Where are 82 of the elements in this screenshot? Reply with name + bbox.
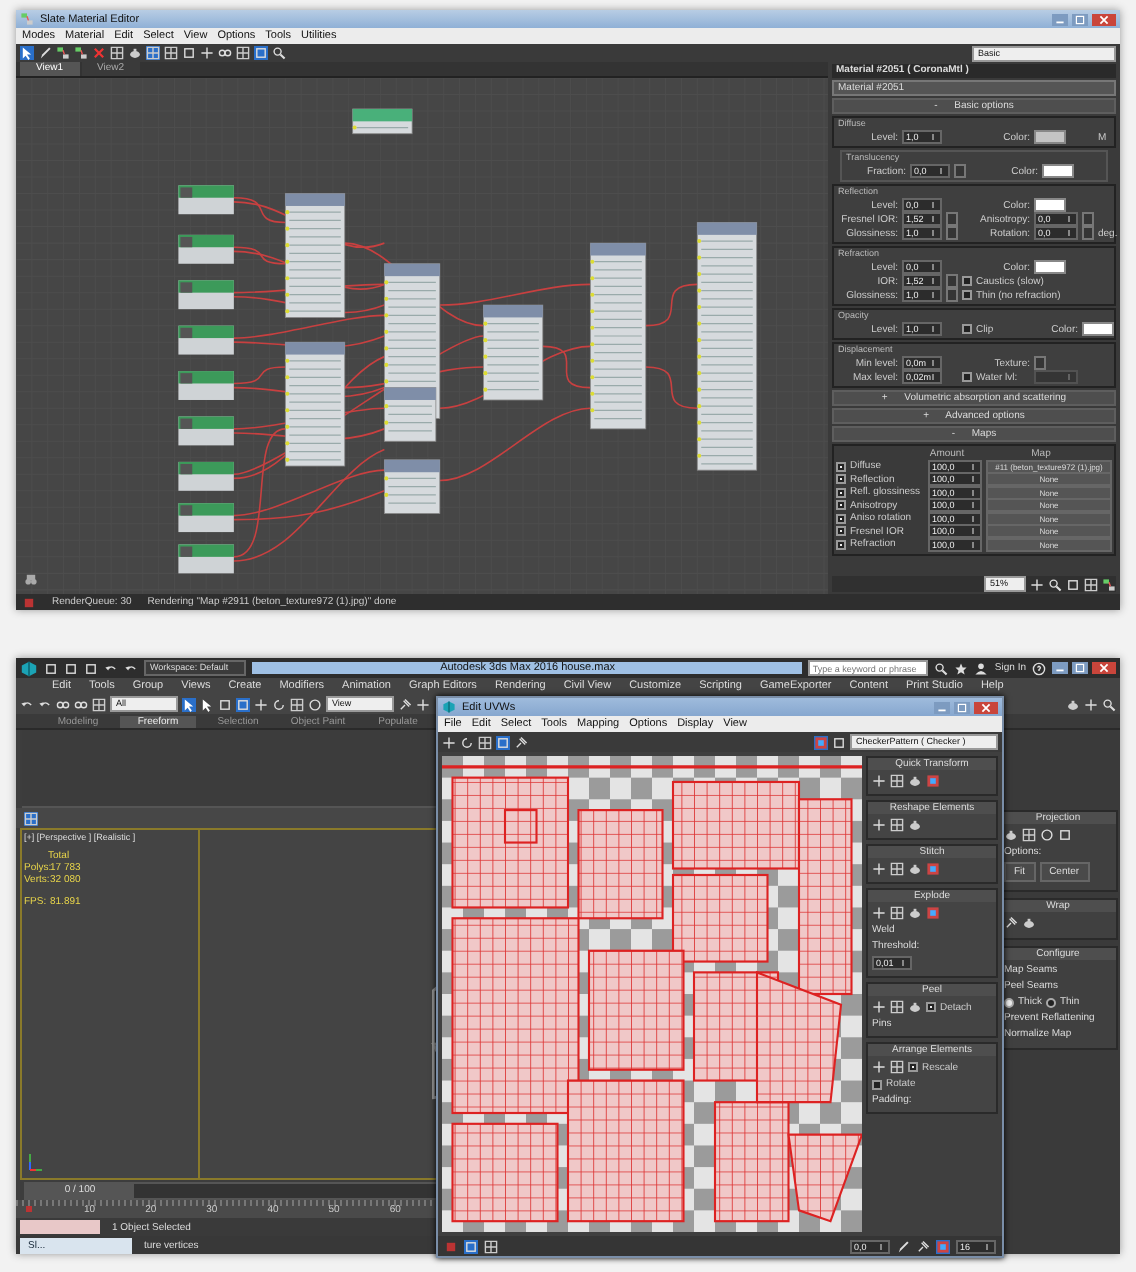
- nodes-icon[interactable]: [1102, 577, 1116, 591]
- frame-icon[interactable]: [1066, 577, 1080, 591]
- material-node[interactable]: [696, 222, 758, 471]
- app-icon: [20, 12, 34, 26]
- material-node[interactable]: [284, 193, 346, 318]
- grid-icon[interactable]: [484, 1239, 498, 1253]
- color-swatch[interactable]: [1082, 322, 1114, 336]
- maximize-icon[interactable]: [1072, 662, 1088, 674]
- material-node[interactable]: [589, 242, 647, 430]
- render-icon[interactable]: [1066, 697, 1080, 711]
- map-node[interactable]: [178, 185, 234, 215]
- status-icon: [22, 595, 36, 609]
- connection-wire: [645, 283, 699, 327]
- move-icon[interactable]: [200, 46, 214, 60]
- move-icon[interactable]: [254, 697, 268, 711]
- map-button[interactable]: [1034, 356, 1046, 370]
- search-icon[interactable]: [272, 46, 286, 60]
- map-node[interactable]: [178, 325, 234, 355]
- connection-wire: [645, 366, 699, 410]
- close-icon[interactable]: [1092, 662, 1116, 674]
- grid-icon[interactable]: [236, 46, 250, 60]
- map-node[interactable]: [352, 108, 413, 135]
- map-button[interactable]: [954, 164, 966, 178]
- help-icon[interactable]: [1032, 661, 1046, 675]
- map-node[interactable]: [178, 461, 234, 491]
- grid-icon[interactable]: [164, 46, 178, 60]
- material-node[interactable]: [383, 459, 441, 514]
- move-icon[interactable]: [442, 735, 456, 749]
- layout-icon[interactable]: [24, 811, 38, 825]
- map-node[interactable]: [178, 280, 234, 310]
- map-node[interactable]: [178, 416, 234, 446]
- maximize-icon[interactable]: [1072, 13, 1088, 25]
- link-icon[interactable]: [218, 46, 232, 60]
- star-icon[interactable]: [954, 661, 969, 675]
- color-swatch[interactable]: [1034, 260, 1066, 274]
- tool-icon[interactable]: [926, 862, 940, 876]
- rotate-icon[interactable]: [272, 697, 286, 711]
- minimize-icon[interactable]: [1052, 662, 1068, 674]
- close-icon[interactable]: [974, 701, 998, 713]
- plus-icon[interactable]: [1084, 697, 1098, 711]
- app-icon: [442, 700, 456, 714]
- undo-icon[interactable]: [20, 697, 34, 711]
- select-icon[interactable]: [20, 46, 34, 60]
- map-node[interactable]: [178, 544, 234, 574]
- person-icon[interactable]: [974, 661, 989, 675]
- script-listener-field[interactable]: [20, 1220, 100, 1234]
- color-swatch[interactable]: [1042, 164, 1074, 178]
- teapot-icon[interactable]: [1022, 916, 1036, 930]
- rotate-icon[interactable]: [460, 735, 474, 749]
- nodes-icon[interactable]: [56, 46, 70, 60]
- box-icon[interactable]: [1058, 828, 1072, 842]
- link-icon[interactable]: [56, 697, 70, 711]
- layout-icon[interactable]: [110, 46, 124, 60]
- pan-icon[interactable]: [1030, 577, 1044, 591]
- color-swatch[interactable]: [1034, 198, 1066, 212]
- app-logo-icon[interactable]: [20, 659, 38, 677]
- square-icon[interactable]: [182, 46, 196, 60]
- grid-icon[interactable]: [1084, 577, 1098, 591]
- redo-icon[interactable]: [38, 697, 52, 711]
- zoom-icon[interactable]: [1048, 577, 1062, 591]
- map-node[interactable]: [178, 503, 234, 533]
- minimize-icon[interactable]: [934, 701, 950, 713]
- map-node[interactable]: [178, 371, 234, 400]
- color-swatch[interactable]: [1034, 130, 1066, 144]
- undo-icon[interactable]: [104, 661, 118, 675]
- material-node[interactable]: [483, 304, 544, 401]
- disabled-spinner: [1034, 370, 1078, 384]
- tool-icon[interactable]: [926, 774, 940, 788]
- nodes-icon[interactable]: [74, 46, 88, 60]
- select-icon[interactable]: [182, 697, 196, 711]
- axis-gizmo-icon: [24, 1148, 44, 1176]
- teapot-icon[interactable]: [128, 46, 142, 60]
- maximize-icon[interactable]: [954, 701, 970, 713]
- search-icon[interactable]: [1102, 697, 1116, 711]
- map-node[interactable]: [178, 234, 234, 264]
- close-icon[interactable]: [1092, 13, 1116, 25]
- minimize-icon[interactable]: [1052, 13, 1068, 25]
- redo-icon[interactable]: [124, 661, 138, 675]
- material-node[interactable]: [383, 387, 437, 442]
- material-node[interactable]: [284, 341, 346, 467]
- sphere-icon[interactable]: [1040, 828, 1054, 842]
- tool-icon[interactable]: [926, 906, 940, 920]
